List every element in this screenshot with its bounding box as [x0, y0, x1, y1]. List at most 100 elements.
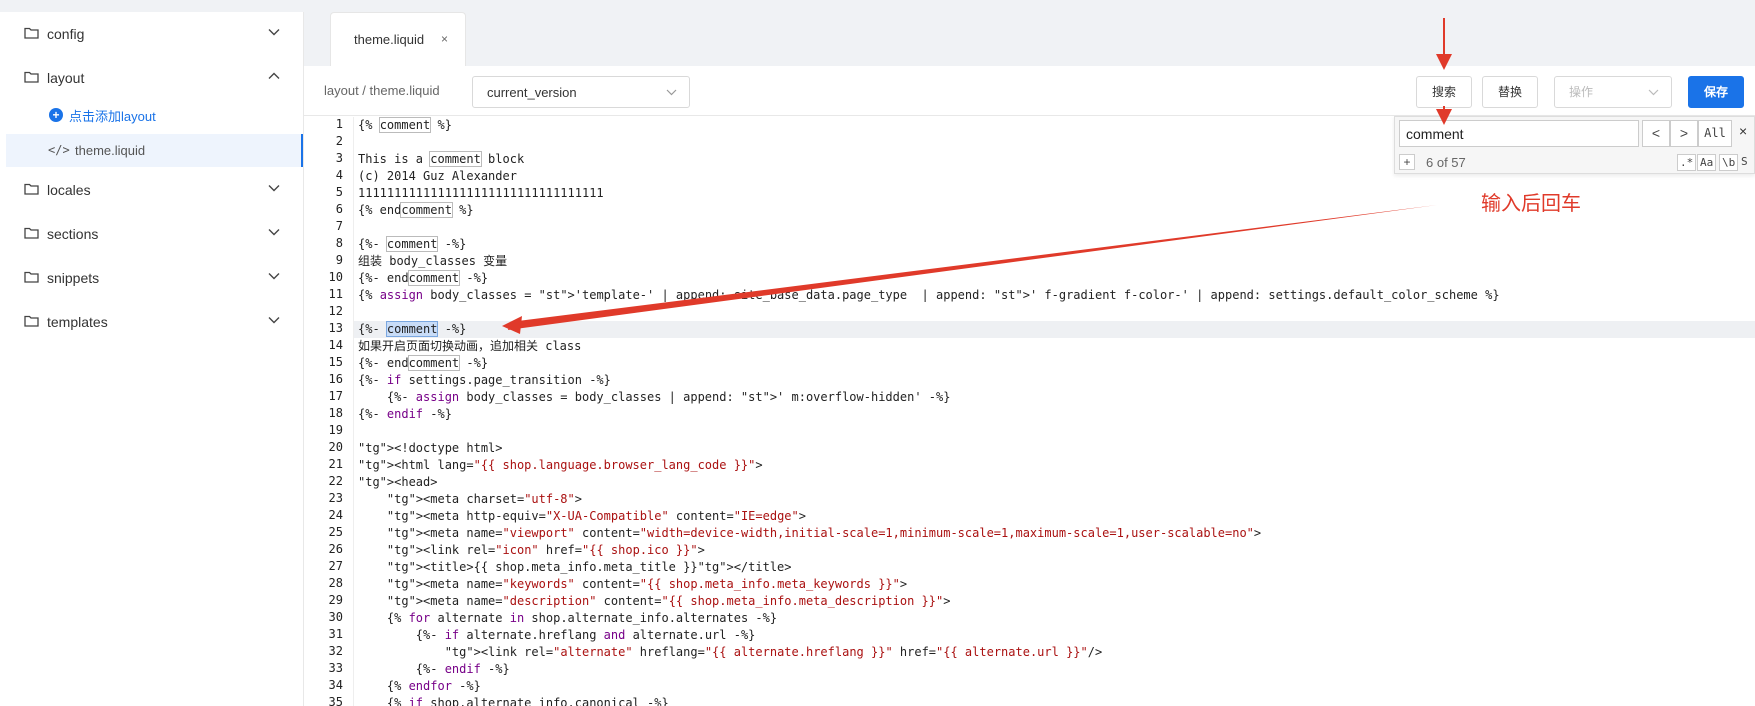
line-number: 4	[335, 168, 343, 182]
chevron-down-icon	[1648, 89, 1659, 96]
line-number: 24	[328, 508, 343, 522]
code-line[interactable]: "tg"><title>{{ shop.meta_info.meta_title…	[358, 559, 792, 576]
add-layout-link[interactable]: + 点击添加layout	[49, 105, 156, 125]
folder-icon	[24, 227, 39, 239]
code-line[interactable]: {% endcomment %}	[358, 202, 474, 219]
find-input-wrap[interactable]	[1399, 120, 1639, 147]
line-number: 34	[328, 678, 343, 692]
code-line[interactable]: "tg"><head>	[358, 474, 437, 491]
close-icon[interactable]: ×	[441, 32, 448, 46]
line-number: 23	[328, 491, 343, 505]
file-item-theme-liquid[interactable]: </> theme.liquid	[6, 134, 303, 167]
code-line[interactable]: "tg"><meta name="viewport" content="widt…	[358, 525, 1261, 542]
line-number: 10	[328, 270, 343, 284]
code-line[interactable]: {% endfor -%}	[358, 678, 481, 695]
code-line[interactable]: {% if shop.alternate_info.canonical -%}	[358, 695, 669, 706]
code-line[interactable]: "tg"><meta charset="utf-8">	[358, 491, 582, 508]
code-line[interactable]: "tg"><meta name="description" content="{…	[358, 593, 951, 610]
find-prev-button[interactable]: <	[1642, 120, 1670, 147]
code-line[interactable]: {%- endcomment -%}	[358, 355, 488, 372]
folder-sections[interactable]: sections	[0, 214, 303, 254]
line-number: 32	[328, 644, 343, 658]
close-icon[interactable]: ×	[1739, 123, 1747, 139]
chevron-down-icon[interactable]	[268, 28, 280, 36]
folder-label: snippets	[47, 270, 100, 286]
line-number: 1	[335, 117, 343, 131]
code-line[interactable]: This is a comment block	[358, 151, 524, 168]
line-number: 2	[335, 134, 343, 148]
chevron-down-icon[interactable]	[268, 228, 280, 236]
folder-config[interactable]: config	[0, 14, 303, 54]
code-line[interactable]: "tg"><!doctype html>	[358, 440, 503, 457]
code-line[interactable]: "tg"><link rel="icon" href="{{ shop.ico …	[358, 542, 705, 559]
tab-theme-liquid[interactable]: theme.liquid ×	[330, 12, 466, 66]
code-line[interactable]: {% comment %}	[358, 117, 452, 134]
find-all-button[interactable]: All	[1698, 120, 1732, 147]
code-line[interactable]: 1111111111111111111111111111111111	[358, 185, 604, 202]
line-number: 22	[328, 474, 343, 488]
code-line[interactable]: (c) 2014 Guz Alexander	[358, 168, 517, 185]
folder-locales[interactable]: locales	[0, 170, 303, 210]
line-number: 18	[328, 406, 343, 420]
chevron-up-icon[interactable]	[268, 72, 280, 80]
line-number: 35	[328, 695, 343, 706]
line-number: 27	[328, 559, 343, 573]
annotation-label: 输入后回车	[1481, 191, 1581, 215]
folder-label: locales	[47, 182, 91, 198]
code-line[interactable]: {%- if settings.page_transition -%}	[358, 372, 611, 389]
expand-replace-button[interactable]: +	[1399, 154, 1415, 170]
save-button[interactable]: 保存	[1688, 76, 1744, 108]
operations-select[interactable]: 操作	[1554, 76, 1672, 108]
chevron-down-icon[interactable]	[268, 316, 280, 324]
chevron-down-icon[interactable]	[268, 272, 280, 280]
find-next-button[interactable]: >	[1670, 120, 1698, 147]
code-line[interactable]: "tg"><html lang="{{ shop.language.browse…	[358, 457, 763, 474]
folder-templates[interactable]: templates	[0, 302, 303, 342]
code-line[interactable]: 组装 body_classes 变量	[358, 253, 507, 270]
code-line[interactable]: {% assign body_classes = "st">'template-…	[358, 287, 1500, 304]
line-number: 3	[335, 151, 343, 165]
folder-layout[interactable]: layout	[0, 58, 303, 98]
whole-word-toggle[interactable]: \b	[1719, 154, 1739, 171]
code-line[interactable]: {%- comment -%}	[358, 321, 466, 338]
line-number: 15	[328, 355, 343, 369]
folder-snippets[interactable]: snippets	[0, 258, 303, 298]
line-number: 14	[328, 338, 343, 352]
folder-icon	[24, 27, 39, 39]
find-input[interactable]	[1400, 121, 1630, 146]
in-selection-toggle[interactable]: S	[1739, 154, 1750, 171]
operations-placeholder: 操作	[1569, 85, 1594, 99]
line-number: 19	[328, 423, 343, 437]
line-number: 28	[328, 576, 343, 590]
folder-icon	[24, 271, 39, 283]
code-line[interactable]: {%- if alternate.hreflang and alternate.…	[358, 627, 756, 644]
code-line[interactable]: {%- assign body_classes = body_classes |…	[358, 389, 951, 406]
search-button[interactable]: 搜索	[1416, 76, 1472, 108]
code-line[interactable]: "tg"><link rel="alternate" hreflang="{{ …	[358, 644, 1103, 661]
code-line[interactable]: {%- endif -%}	[358, 661, 510, 678]
folder-label: config	[47, 26, 85, 42]
line-number: 29	[328, 593, 343, 607]
code-line[interactable]: {%- comment -%}	[358, 236, 466, 253]
code-line[interactable]: {% for alternate in shop.alternate_info.…	[358, 610, 777, 627]
regex-toggle[interactable]: .*	[1677, 154, 1697, 171]
top-strip	[0, 0, 1755, 12]
code-line[interactable]: 如果开启页面切换动画，追加相关 class	[358, 338, 581, 355]
code-line[interactable]: {%- endif -%}	[358, 406, 452, 423]
code-line[interactable]: {%- endcomment -%}	[358, 270, 488, 287]
current-line-highlight	[304, 321, 1755, 338]
code-line[interactable]: "tg"><meta http-equiv="X-UA-Compatible" …	[358, 508, 806, 525]
find-panel: < > All × + 6 of 57 .* Aa \b S	[1394, 116, 1755, 174]
line-number: 12	[328, 304, 343, 318]
folder-label: layout	[47, 70, 85, 86]
code-line[interactable]: "tg"><meta name="keywords" content="{{ s…	[358, 576, 907, 593]
line-number: 13	[328, 321, 343, 335]
replace-button[interactable]: 替换	[1482, 76, 1538, 108]
add-layout-label: 点击添加layout	[69, 108, 156, 124]
editor-toolbar: layout / theme.liquid current_version 搜索…	[304, 66, 1755, 116]
version-select[interactable]: current_version	[472, 76, 690, 108]
chevron-down-icon[interactable]	[268, 184, 280, 192]
file-tree-sidebar: config layout + 点击添加layout </> theme.liq…	[0, 12, 304, 706]
line-number: 21	[328, 457, 343, 471]
case-sensitive-toggle[interactable]: Aa	[1697, 154, 1717, 171]
